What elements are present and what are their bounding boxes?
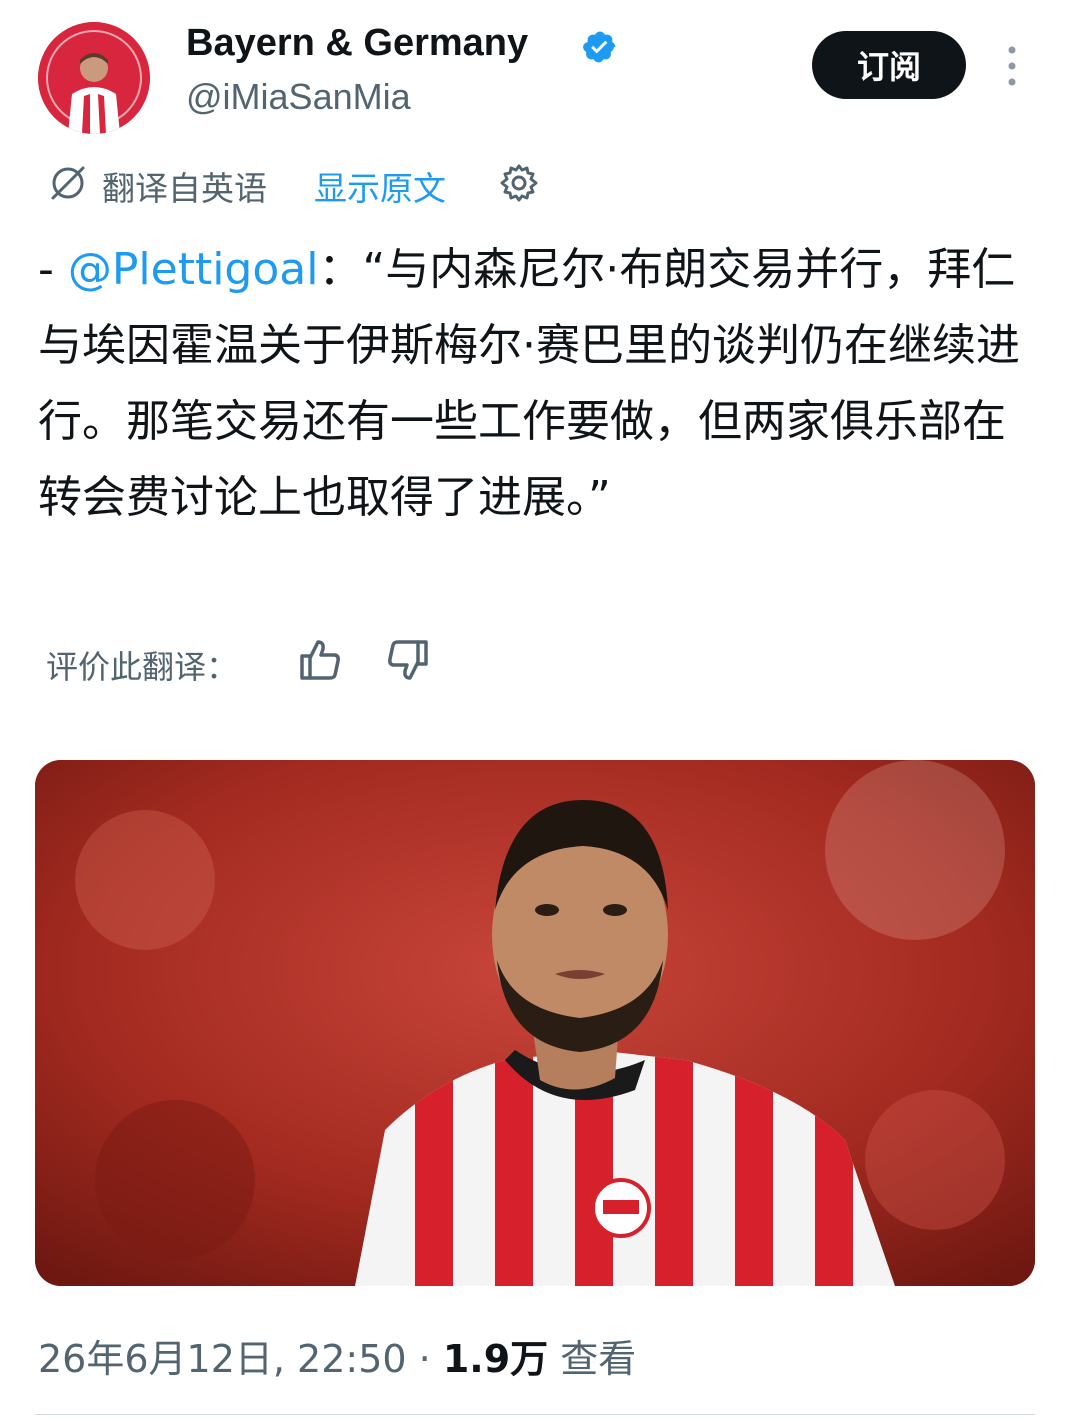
views-label: 查看 xyxy=(548,1337,637,1381)
player-photo xyxy=(35,760,1035,1286)
thumb-up-icon[interactable] xyxy=(298,636,342,682)
translation-bar: 翻译自英语 显示原文 xyxy=(44,158,564,208)
rate-translation-label: 评价此翻译： xyxy=(46,648,239,686)
tweet-photo[interactable] xyxy=(35,760,1035,1286)
subscribe-button[interactable]: 订阅 xyxy=(812,31,966,99)
translate-off-icon xyxy=(51,166,85,200)
show-original-link[interactable]: 显示原文 xyxy=(314,162,446,210)
handle[interactable]: @iMiaSanMia xyxy=(186,76,411,118)
avatar[interactable] xyxy=(38,22,150,134)
tweet-text: - @Plettigoal：“与内森尼尔·布朗交易并行，拜仁与埃因霍温关于伊斯梅… xyxy=(38,232,1038,536)
divider xyxy=(35,1414,1035,1415)
rate-translation-bar: 评价此翻译： xyxy=(46,636,466,686)
tweet-prefix: - xyxy=(38,244,68,295)
thumb-down-icon[interactable] xyxy=(386,638,430,684)
tweet-header: Bayern & Germany @iMiaSanMia 订阅 xyxy=(0,0,1070,150)
views-count: 1.9万 xyxy=(442,1337,549,1381)
gear-icon[interactable] xyxy=(498,162,540,204)
display-name[interactable]: Bayern & Germany xyxy=(186,22,528,65)
tweet-meta: 26年6月12日, 22:50 · 1.9万 查看 xyxy=(38,1328,636,1383)
translated-from-label: 翻译自英语 xyxy=(102,169,267,208)
mention-link[interactable]: @Plettigoal xyxy=(68,244,319,295)
verified-badge-icon xyxy=(583,31,616,63)
timestamp[interactable]: 26年6月12日, 22:50 xyxy=(38,1337,407,1381)
more-vertical-icon[interactable] xyxy=(1000,44,1024,88)
meta-separator: · xyxy=(406,1337,443,1381)
